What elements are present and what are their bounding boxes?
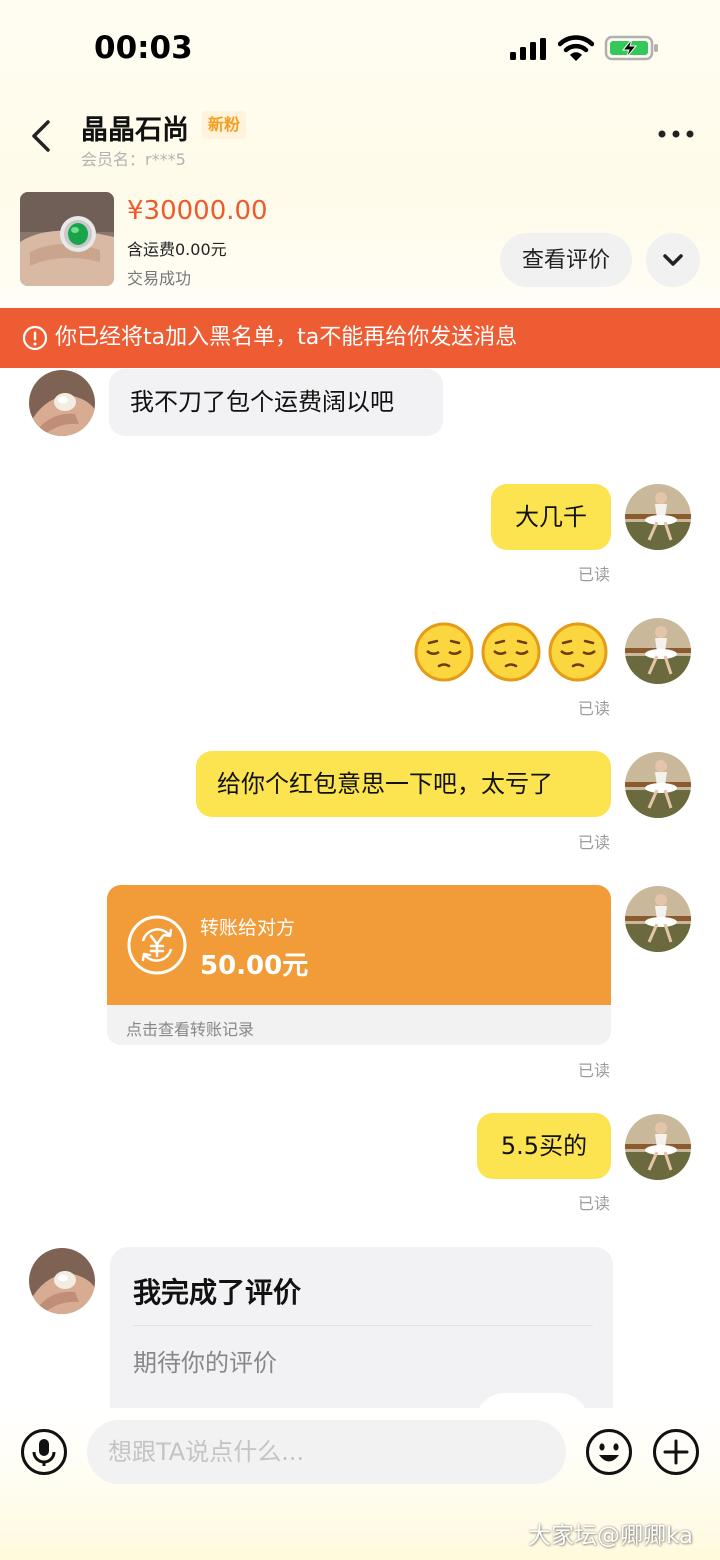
cellular-signal-icon: [510, 38, 546, 60]
message-bubble-outgoing[interactable]: 5.5买的: [477, 1113, 611, 1179]
message-bubble-outgoing[interactable]: 大几千: [491, 484, 611, 550]
my-avatar[interactable]: [625, 1114, 691, 1180]
my-avatar[interactable]: [625, 752, 691, 818]
read-receipt: 已读: [578, 1194, 611, 1213]
member-id: 会员名：r***5: [81, 150, 186, 169]
shipping-fee: 含运费0.00元: [127, 240, 227, 259]
contact-avatar[interactable]: [29, 370, 95, 436]
product-thumbnail[interactable]: [20, 192, 114, 286]
transfer-amount: 50.00元: [200, 951, 309, 981]
review-card-title: 我完成了评价: [133, 1276, 302, 1309]
expand-button[interactable]: [646, 233, 700, 287]
divider: [133, 1325, 593, 1326]
battery-charging-icon: [604, 35, 658, 61]
status-bar: 00:03: [0, 0, 720, 100]
my-avatar-image: [625, 752, 691, 818]
pensive-face-icon: [414, 622, 474, 682]
my-avatar[interactable]: [625, 618, 691, 684]
transfer-title: 转账给对方: [200, 917, 296, 939]
transfer-record-link[interactable]: 点击查看转账记录: [126, 1016, 254, 1040]
contact-avatar-image: [29, 370, 95, 436]
my-avatar[interactable]: [625, 484, 691, 550]
message-bubble-incoming[interactable]: 我不刀了包个运费阔以吧: [109, 369, 443, 436]
watermark: 大家坛@卿卿ka: [528, 1523, 694, 1549]
my-avatar-image: [625, 484, 691, 550]
pensive-face-icon: [548, 622, 608, 682]
message-input[interactable]: [87, 1420, 566, 1484]
status-time: 00:03: [94, 30, 193, 66]
message-bubble-outgoing[interactable]: 给你个红包意思一下吧，太亏了: [196, 751, 611, 817]
read-receipt: 已读: [578, 833, 611, 852]
my-avatar-image: [625, 618, 691, 684]
plus-icon[interactable]: [652, 1428, 700, 1476]
contact-name[interactable]: 晶晶石尚: [81, 108, 189, 147]
transfer-card-header: 转账给对方 50.00元: [107, 885, 611, 1005]
wifi-icon: [558, 35, 594, 61]
microphone-icon[interactable]: [20, 1428, 68, 1476]
jade-ring-image: [20, 192, 114, 286]
blacklist-banner-text: 你已经将ta加入黑名单，ta不能再给你发送消息: [55, 325, 518, 350]
emoji-icon[interactable]: [585, 1428, 633, 1476]
pensive-face-icon: [481, 622, 541, 682]
read-receipt: 已读: [578, 565, 611, 584]
product-price: ¥30000.00: [127, 196, 268, 226]
my-avatar-image: [625, 886, 691, 952]
contact-avatar[interactable]: [29, 1248, 95, 1314]
yuan-transfer-icon: [127, 915, 187, 975]
view-review-button[interactable]: 查看评价: [500, 233, 632, 287]
contact-avatar-image: [29, 1248, 95, 1314]
alert-circle-icon: [22, 325, 48, 351]
back-arrow-icon[interactable]: [28, 116, 56, 156]
read-receipt: 已读: [578, 1061, 611, 1080]
my-avatar[interactable]: [625, 886, 691, 952]
my-avatar-image: [625, 1114, 691, 1180]
chevron-down-icon: [663, 254, 683, 266]
new-fan-badge: 新粉: [202, 111, 247, 139]
blacklist-banner: 你已经将ta加入黑名单，ta不能再给你发送消息: [0, 308, 720, 368]
more-options-icon[interactable]: [656, 128, 696, 140]
read-receipt: 已读: [578, 699, 611, 718]
transfer-card[interactable]: 转账给对方 50.00元 点击查看转账记录: [107, 885, 611, 1045]
trade-status: 交易成功: [127, 269, 192, 288]
review-card-subtitle: 期待你的评价: [133, 1349, 277, 1377]
